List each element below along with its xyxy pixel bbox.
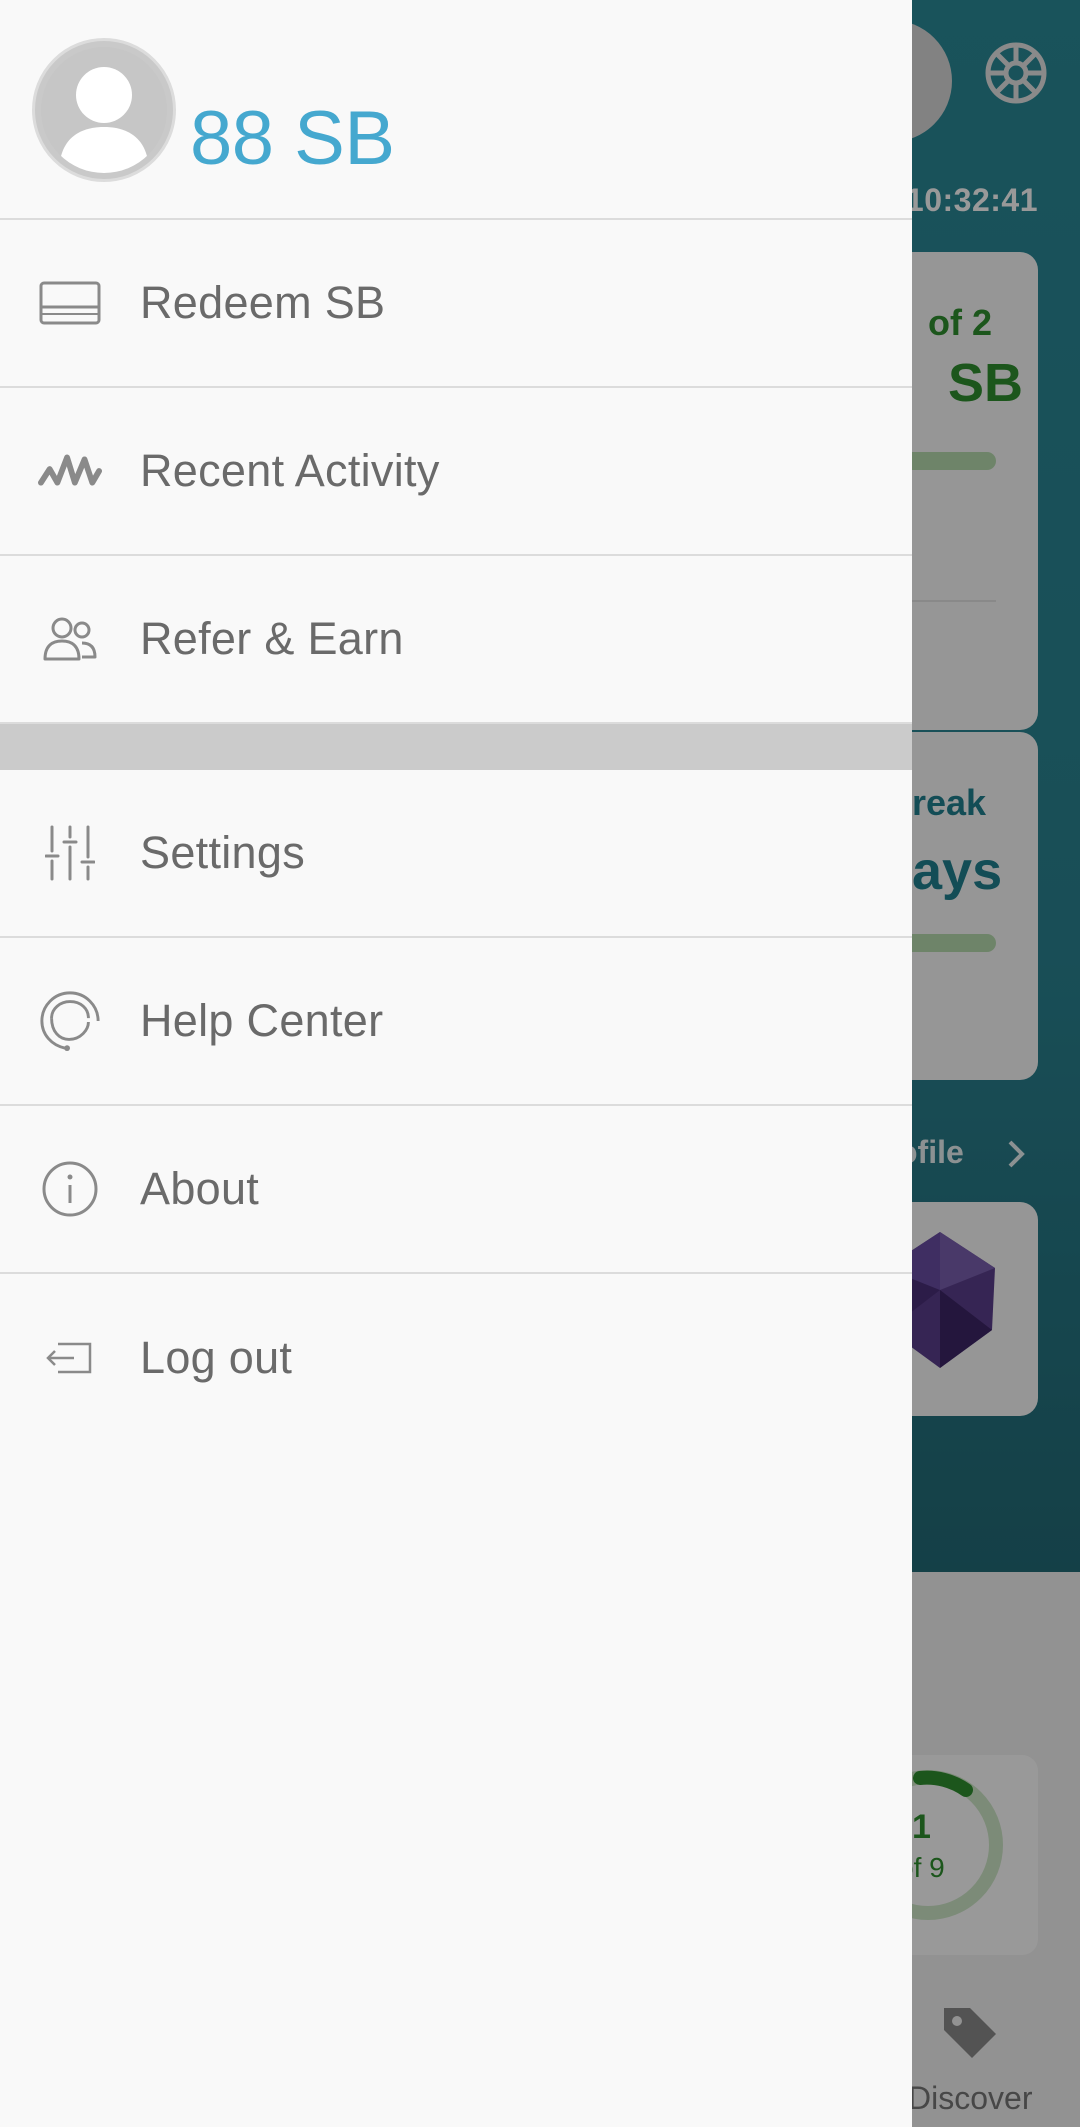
points-balance: 88 SB bbox=[190, 96, 395, 181]
card-icon bbox=[38, 271, 102, 335]
menu-item-redeem[interactable]: Redeem SB bbox=[0, 220, 912, 388]
avatar[interactable] bbox=[32, 38, 176, 182]
section-divider bbox=[0, 724, 912, 770]
menu-item-label: Redeem SB bbox=[140, 277, 386, 328]
menu-item-settings[interactable]: Settings bbox=[0, 770, 912, 938]
sliders-icon bbox=[38, 821, 102, 885]
menu-item-logout[interactable]: Log out bbox=[0, 1274, 912, 1442]
menu-item-refer-earn[interactable]: Refer & Earn bbox=[0, 556, 912, 724]
logout-icon bbox=[38, 1326, 102, 1390]
headset-icon bbox=[38, 989, 102, 1053]
menu-item-about[interactable]: About bbox=[0, 1106, 912, 1274]
drawer-header: 88 SB bbox=[0, 0, 912, 220]
menu-item-label: About bbox=[140, 1163, 260, 1214]
menu-item-recent-activity[interactable]: Recent Activity bbox=[0, 388, 912, 556]
menu-item-label: Settings bbox=[140, 827, 305, 878]
menu-item-label: Log out bbox=[140, 1332, 293, 1383]
menu-item-label: Recent Activity bbox=[140, 445, 440, 496]
users-icon bbox=[38, 607, 102, 671]
navigation-drawer: 88 SB Redeem SB Recent Activity Refer & … bbox=[0, 0, 912, 2127]
menu-item-help-center[interactable]: Help Center bbox=[0, 938, 912, 1106]
menu-item-label: Help Center bbox=[140, 995, 384, 1046]
menu-item-label: Refer & Earn bbox=[140, 613, 404, 664]
info-icon bbox=[38, 1157, 102, 1221]
user-silhouette-icon bbox=[59, 67, 149, 173]
activity-icon bbox=[38, 439, 102, 503]
